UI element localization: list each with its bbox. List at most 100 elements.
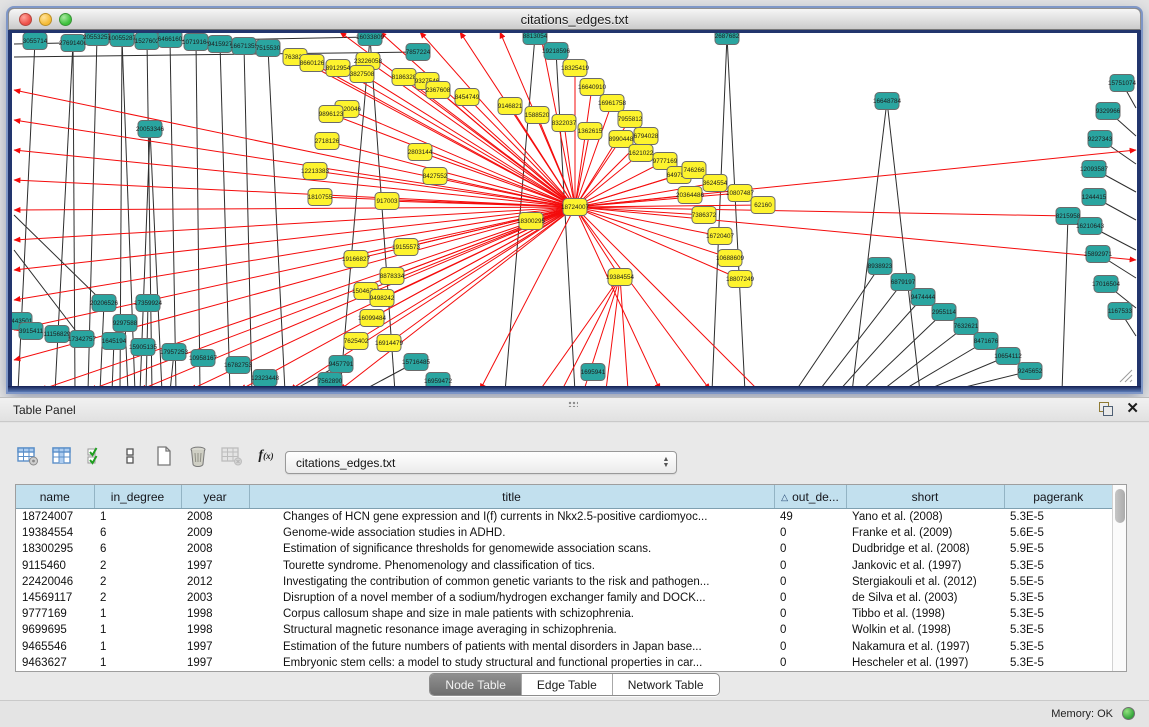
graph-node[interactable] xyxy=(751,197,775,214)
show-columns-icon[interactable] xyxy=(49,442,75,470)
graph-node[interactable] xyxy=(523,33,547,45)
graph-node[interactable] xyxy=(608,269,632,286)
tab-network-table[interactable]: Network Table xyxy=(612,674,719,695)
graph-node[interactable] xyxy=(318,373,342,387)
graph-node[interactable] xyxy=(423,168,447,185)
graph-node[interactable] xyxy=(932,304,956,321)
graph-edge[interactable] xyxy=(14,207,575,210)
graph-edge[interactable] xyxy=(575,207,620,277)
canvas-resize-grip-icon[interactable] xyxy=(1120,370,1132,382)
graph-node[interactable] xyxy=(113,315,137,332)
graph-edge[interactable] xyxy=(170,39,176,386)
graph-edge[interactable] xyxy=(244,46,252,386)
graph-node[interactable] xyxy=(1082,189,1106,206)
graph-node[interactable] xyxy=(191,350,215,367)
table-row[interactable]: 977716911998Corpus callosum shape and si… xyxy=(16,606,1112,622)
graph-edge[interactable] xyxy=(14,207,575,240)
graph-edge[interactable] xyxy=(575,87,592,207)
function-builder-icon[interactable]: f(x) xyxy=(253,442,279,470)
graph-node[interactable] xyxy=(23,33,47,50)
graph-node[interactable] xyxy=(426,373,450,387)
table-row[interactable]: 946554611997Estimation of the future num… xyxy=(16,639,1112,655)
close-window-icon[interactable] xyxy=(19,13,32,26)
column-header-in_degree[interactable]: in_degree xyxy=(94,485,181,509)
graph-node[interactable] xyxy=(578,123,602,140)
new-table-icon[interactable] xyxy=(151,442,177,470)
graph-edge[interactable] xyxy=(1062,216,1068,386)
graph-node[interactable] xyxy=(1096,103,1120,120)
graph-node[interactable] xyxy=(678,187,702,204)
graph-node[interactable] xyxy=(329,356,353,373)
graph-node[interactable] xyxy=(158,33,182,48)
graph-node[interactable] xyxy=(544,43,568,60)
row-height-icon[interactable] xyxy=(117,442,143,470)
graph-node[interactable] xyxy=(408,144,432,161)
graph-edge[interactable] xyxy=(220,44,230,386)
graph-edge[interactable] xyxy=(575,207,1136,260)
graph-node[interactable] xyxy=(519,213,543,230)
graph-node[interactable] xyxy=(360,310,384,327)
graph-edge[interactable] xyxy=(540,277,620,386)
graph-node[interactable] xyxy=(1110,75,1134,92)
graph-edge[interactable] xyxy=(900,341,986,386)
graph-edge[interactable] xyxy=(945,371,1030,386)
network-canvas[interactable]: 1872400776382286601268912954232260583827… xyxy=(8,30,1141,386)
graph-node[interactable] xyxy=(974,333,998,350)
graph-node[interactable] xyxy=(911,289,935,306)
graph-node[interactable] xyxy=(891,274,915,291)
import-table-icon[interactable] xyxy=(219,442,245,470)
graph-node[interactable] xyxy=(326,60,350,77)
graph-node[interactable] xyxy=(1056,208,1080,225)
graph-node[interactable] xyxy=(609,131,633,148)
column-header-pagerank[interactable]: pagerank xyxy=(1004,485,1112,509)
graph-edge[interactable] xyxy=(887,101,920,386)
table-row[interactable]: 946362711997Embryonic stem cells: a mode… xyxy=(16,655,1112,671)
graph-edge[interactable] xyxy=(575,193,740,207)
graph-node[interactable] xyxy=(629,145,653,162)
graph-node[interactable] xyxy=(370,290,394,307)
table-row[interactable]: 969969511998Structural magnetic resonanc… xyxy=(16,622,1112,638)
graph-edge[interactable] xyxy=(196,42,200,386)
graph-node[interactable] xyxy=(682,162,706,179)
graph-edge[interactable] xyxy=(620,277,628,386)
graph-node[interactable] xyxy=(138,121,162,138)
graph-node[interactable] xyxy=(394,239,418,256)
column-header-year[interactable]: year xyxy=(181,485,249,509)
graph-node[interactable] xyxy=(525,107,549,124)
window-titlebar[interactable]: citations_edges.txt xyxy=(8,8,1141,30)
table-row[interactable]: 1872400712008Changes of HCN gene express… xyxy=(16,509,1112,526)
graph-node[interactable] xyxy=(308,189,332,206)
table-row[interactable]: 1456911722003Disruption of a novel membe… xyxy=(16,590,1112,606)
graph-node[interactable] xyxy=(85,33,109,46)
delete-table-icon[interactable] xyxy=(185,442,211,470)
graph-node[interactable] xyxy=(715,33,739,45)
graph-node[interactable] xyxy=(162,344,186,361)
graph-node[interactable] xyxy=(708,228,732,245)
graph-node[interactable] xyxy=(319,106,343,123)
graph-node[interactable] xyxy=(581,364,605,381)
graph-node[interactable] xyxy=(350,66,374,83)
graph-node[interactable] xyxy=(1086,246,1110,263)
graph-node[interactable] xyxy=(70,331,94,348)
graph-edge[interactable] xyxy=(14,207,575,360)
graph-node[interactable] xyxy=(426,82,450,99)
graph-node[interactable] xyxy=(618,111,642,128)
table-row[interactable]: 1938455462009Genome-wide association stu… xyxy=(16,525,1112,541)
graph-node[interactable] xyxy=(563,60,587,77)
graph-node[interactable] xyxy=(45,326,69,343)
graph-node[interactable] xyxy=(1082,161,1106,178)
graph-node[interactable] xyxy=(226,357,250,374)
graph-node[interactable] xyxy=(344,251,368,268)
graph-node[interactable] xyxy=(315,133,339,150)
graph-node[interactable] xyxy=(102,333,126,350)
graph-node[interactable] xyxy=(1094,276,1118,293)
graph-node[interactable] xyxy=(600,95,624,112)
graph-node[interactable] xyxy=(875,93,899,110)
graph-node[interactable] xyxy=(110,33,134,47)
graph-node[interactable] xyxy=(563,199,587,216)
panel-resize-grip[interactable] xyxy=(568,401,578,407)
graph-node[interactable] xyxy=(498,98,522,115)
graph-edge[interactable] xyxy=(331,114,575,207)
graph-node[interactable] xyxy=(303,163,327,180)
table-selector-dropdown[interactable]: citations_edges.txt ▲▼ xyxy=(285,451,677,474)
